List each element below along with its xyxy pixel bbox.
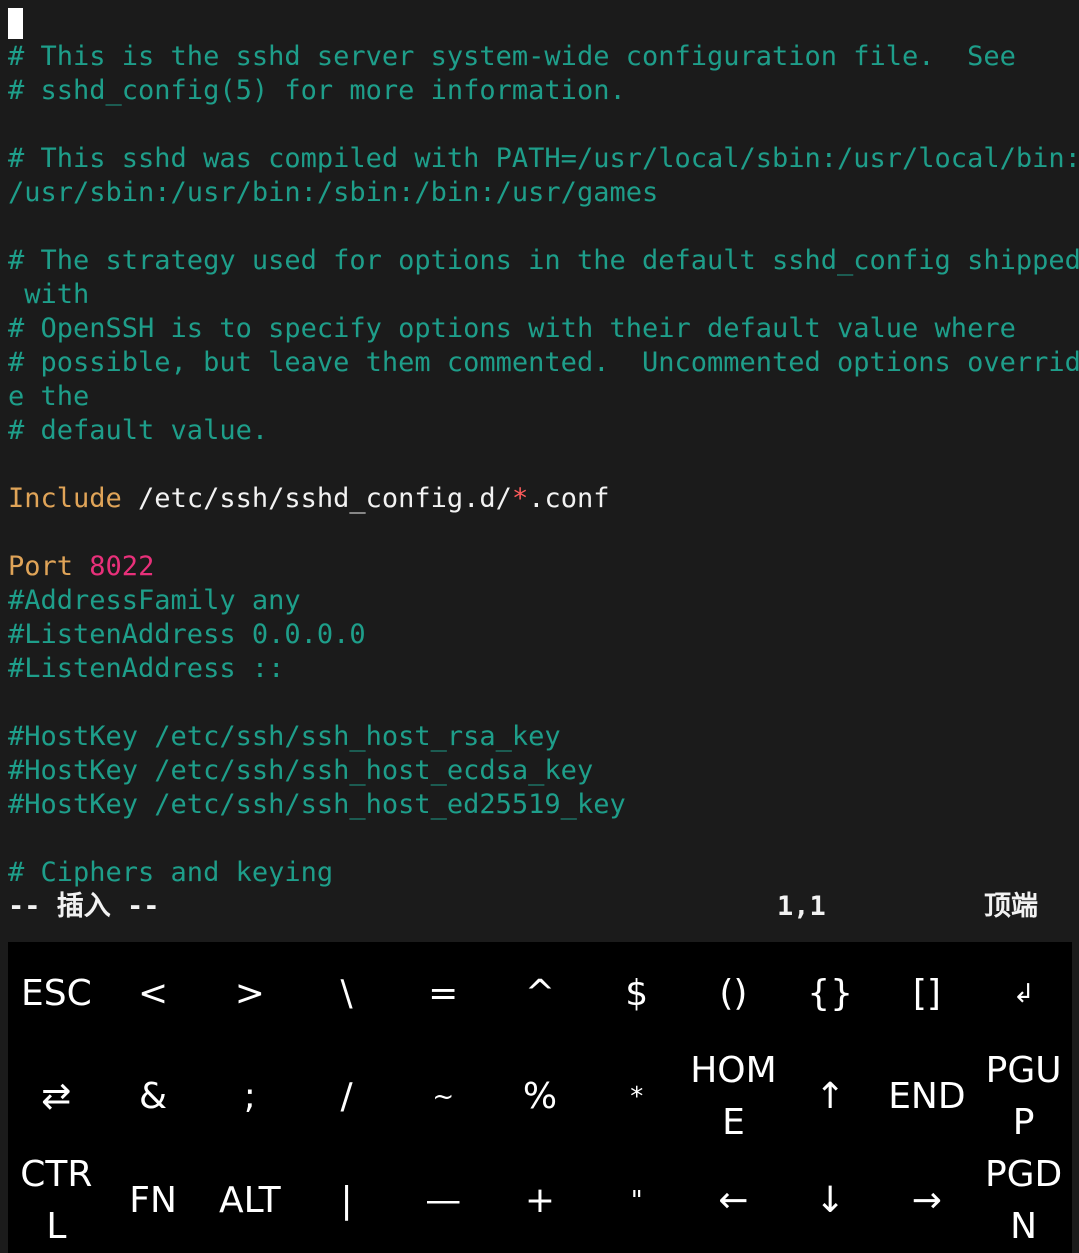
editor-line[interactable]: # OpenSSH is to specify options with the… [8, 312, 1016, 346]
editor-line[interactable]: # sshd_config(5) for more information. [8, 74, 626, 108]
code-token-comment: # The strategy used for options in the d… [8, 245, 1079, 276]
code-token-comment: # default value. [8, 415, 269, 446]
percent-key[interactable]: % [492, 1046, 589, 1150]
editor-line[interactable]: # default value. [8, 414, 268, 448]
ampersand-key[interactable]: & [105, 1046, 202, 1150]
editor-line[interactable]: # Ciphers and keying [8, 856, 333, 890]
code-token-comment: with [8, 279, 90, 310]
editor-line[interactable]: #HostKey /etc/ssh/ssh_host_ecdsa_key [8, 754, 593, 788]
cursor-position: 1,1 [777, 891, 826, 922]
arrow-down-icon[interactable]: ↓ [782, 1149, 879, 1253]
code-token-comment: #HostKey /etc/ssh/ssh_host_rsa_key [8, 721, 561, 752]
editor-line[interactable]: Include /etc/ssh/sshd_config.d/*.conf [8, 482, 609, 516]
arrow-up-icon[interactable]: ↑ [782, 1046, 879, 1150]
dash-key[interactable]: — [395, 1149, 492, 1253]
code-token-number: 8022 [89, 551, 155, 582]
code-token-comment: # possible, but leave them commented. Un… [8, 347, 1079, 378]
editor-line[interactable]: # possible, but leave them commented. Un… [8, 346, 1079, 380]
code-token-comment: # sshd_config(5) for more information. [8, 75, 626, 106]
editor-line[interactable]: # This is the sshd server system-wide co… [8, 40, 1016, 74]
editor-line[interactable]: #HostKey /etc/ssh/ssh_host_ed25519_key [8, 788, 626, 822]
code-token-comment: # This is the sshd server system-wide co… [8, 41, 1016, 72]
arrow-right-icon[interactable]: → [879, 1149, 976, 1253]
editor-line[interactable]: # The strategy used for options in the d… [8, 244, 1079, 278]
mode-indicator: -- 插入 -- [8, 891, 160, 922]
pipe-key[interactable]: | [298, 1149, 395, 1253]
code-token-comment: e the [8, 381, 90, 412]
less-than-key[interactable]: < [105, 942, 202, 1046]
backslash-key[interactable]: \ [298, 942, 395, 1046]
braces-key[interactable]: {} [782, 942, 879, 1046]
home-key[interactable]: HOM E [685, 1046, 782, 1150]
page-down-key[interactable]: PGD N [975, 1149, 1072, 1253]
editor-line[interactable]: #AddressFamily any [8, 584, 301, 618]
plus-key[interactable]: + [492, 1149, 589, 1253]
terminal-editor[interactable]: # This is the sshd server system-wide co… [0, 0, 1079, 932]
caret-key[interactable]: ^ [492, 942, 589, 1046]
brackets-key[interactable]: [] [879, 942, 976, 1046]
code-token-text: .conf [528, 483, 610, 514]
code-token-comment: # Ciphers and keying [8, 857, 334, 888]
dollar-key[interactable]: $ [588, 942, 685, 1046]
page-up-key[interactable]: PGU P [975, 1046, 1072, 1150]
editor-line[interactable]: Port 8022 [8, 550, 154, 584]
editor-line[interactable]: /usr/sbin:/usr/bin:/sbin:/bin:/usr/games [8, 176, 658, 210]
code-token-comment: #HostKey /etc/ssh/ssh_host_ed25519_key [8, 789, 626, 820]
editor-line[interactable]: #ListenAddress :: [8, 652, 284, 686]
greater-than-key[interactable]: > [201, 942, 298, 1046]
tilde-key[interactable]: ~ [395, 1046, 492, 1150]
equals-key[interactable]: = [395, 942, 492, 1046]
parens-key[interactable]: () [685, 942, 782, 1046]
fn-key[interactable]: FN [105, 1149, 202, 1253]
code-token-keyword: Include [8, 483, 122, 514]
ctrl-key[interactable]: CTR L [8, 1149, 105, 1253]
code-token-star: * [511, 483, 529, 514]
semicolon-key[interactable]: ; [201, 1046, 298, 1150]
code-token-comment: # OpenSSH is to specify options with the… [8, 313, 1016, 344]
slash-key[interactable]: / [298, 1046, 395, 1150]
esc-key[interactable]: ESC [8, 942, 105, 1046]
code-token-comment: # This sshd was compiled with PATH=/usr/… [8, 143, 1079, 174]
text-cursor [8, 8, 23, 39]
quote-key[interactable]: " [588, 1149, 685, 1253]
code-token-comment: /usr/sbin:/usr/bin:/sbin:/bin:/usr/games [8, 177, 659, 208]
arrow-left-icon[interactable]: ← [685, 1149, 782, 1253]
code-token-comment: #ListenAddress :: [8, 653, 285, 684]
editor-line[interactable]: # This sshd was compiled with PATH=/usr/… [8, 142, 1079, 176]
code-token-comment: #HostKey /etc/ssh/ssh_host_ecdsa_key [8, 755, 594, 786]
tab-icon[interactable]: ⇄ [8, 1046, 105, 1150]
code-token-comment: #AddressFamily any [8, 585, 301, 616]
alt-key[interactable]: ALT [201, 1149, 298, 1253]
extra-keys-bar: ESC < > \ = ^ $(){}[] ↲ ⇄ &; / ~% * HOM E ↑ END PGU P CTR… [8, 942, 1072, 1253]
code-token-comment: #ListenAddress 0.0.0.0 [8, 619, 366, 650]
code-token-keyword: Port [8, 551, 74, 582]
asterisk-key[interactable]: * [588, 1046, 685, 1150]
enter-icon[interactable]: ↲ [975, 942, 1072, 1046]
code-token-text: /etc/ssh/sshd_config.d/ [121, 483, 512, 514]
scroll-indicator: 顶端 [984, 891, 1038, 922]
editor-line[interactable]: e the [8, 380, 89, 414]
editor-line[interactable]: with [8, 278, 89, 312]
end-key[interactable]: END [879, 1046, 976, 1150]
editor-line[interactable]: #ListenAddress 0.0.0.0 [8, 618, 366, 652]
editor-line[interactable]: #HostKey /etc/ssh/ssh_host_rsa_key [8, 720, 561, 754]
